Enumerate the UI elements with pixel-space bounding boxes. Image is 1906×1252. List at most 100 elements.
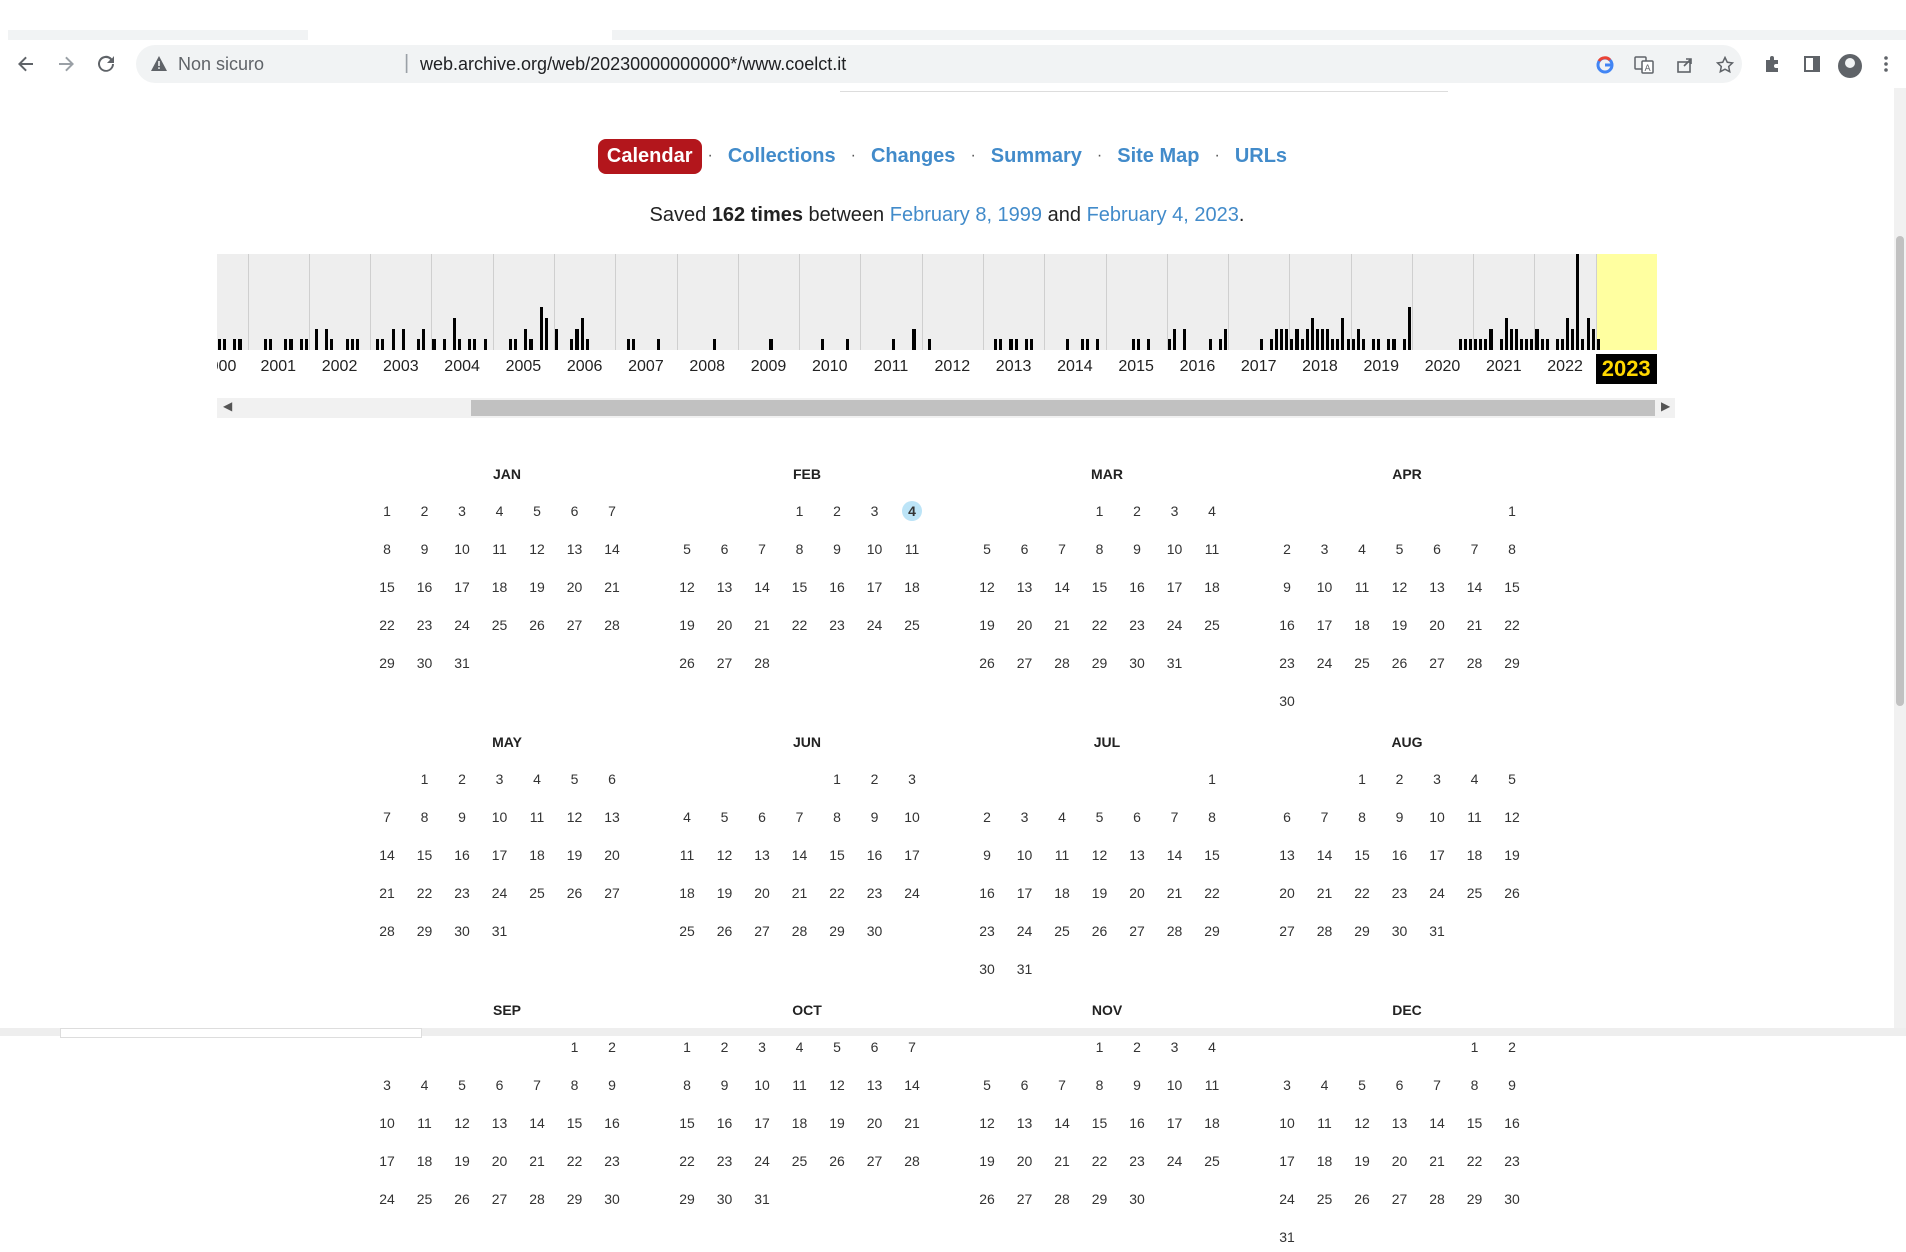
address-bar[interactable]: Non sicuro | web.archive.org/web/2023000… [136,45,1742,83]
calendar-day[interactable]: 16 [972,878,1002,908]
calendar-day[interactable]: 23 [1497,1146,1527,1176]
calendar-day[interactable]: 12 [672,572,702,602]
calendar-day[interactable]: 23 [410,610,440,640]
calendar-day[interactable]: 16 [1122,1108,1152,1138]
sparkline-bar[interactable] [452,318,456,350]
calendar-day[interactable]: 6 [1010,534,1040,564]
calendar-day[interactable]: 5 [822,1032,852,1062]
calendar-day[interactable]: 10 [372,1108,402,1138]
year-label-2009[interactable]: 2009 [751,358,787,376]
sparkline-bar[interactable] [1571,329,1575,350]
calendar-day[interactable]: 13 [1385,1108,1415,1138]
calendar-day[interactable]: 20 [1010,610,1040,640]
sparkline-bar[interactable] [1591,329,1595,350]
sparkline-year-2009[interactable] [737,254,800,350]
sparkline-bar[interactable] [555,329,559,350]
sparkline-bar[interactable] [1280,329,1284,350]
calendar-day[interactable]: 10 [1160,534,1190,564]
sparkline-bar[interactable] [1275,329,1279,350]
calendar-day[interactable]: 6 [1272,802,1302,832]
sparkline-year-2012[interactable] [921,254,984,350]
sparkline-bar[interactable] [1499,339,1503,350]
calendar-day[interactable]: 26 [560,878,590,908]
calendar-day[interactable]: 17 [485,840,515,870]
calendar-day[interactable]: 21 [1160,878,1190,908]
sparkline-year-2013[interactable] [982,254,1045,350]
sparkline-bar[interactable] [1520,339,1524,350]
calendar-day[interactable]: 1 [560,1032,590,1062]
year-label-2000[interactable]: 000 [217,358,236,376]
calendar-day[interactable]: 4 [1047,802,1077,832]
calendar-day[interactable]: 8 [1085,534,1115,564]
sparkline-bar[interactable] [381,339,385,350]
calendar-day[interactable]: 17 [1310,610,1340,640]
calendar-day[interactable]: 8 [822,802,852,832]
calendar-day[interactable]: 24 [1310,648,1340,678]
calendar-day[interactable]: 24 [447,610,477,640]
calendar-day[interactable]: 27 [747,916,777,946]
calendar-day[interactable]: 11 [672,840,702,870]
sparkline-bar[interactable] [1305,329,1309,350]
calendar-day[interactable]: 14 [1460,572,1490,602]
calendar-day[interactable]: 8 [560,1070,590,1100]
sparkline-bar[interactable] [1361,339,1365,350]
calendar-day[interactable]: 8 [1347,802,1377,832]
calendar-day[interactable]: 9 [1122,534,1152,564]
calendar-day[interactable]: 26 [972,648,1002,678]
calendar-day[interactable]: 28 [1047,648,1077,678]
calendar-day[interactable]: 1 [1085,1032,1115,1062]
calendar-day[interactable]: 13 [1272,840,1302,870]
sparkline-bar[interactable] [575,329,579,350]
sparkline-bar[interactable] [473,339,477,350]
sparkline-bar[interactable] [1137,339,1141,350]
calendar-day[interactable]: 2 [1122,496,1152,526]
sparkline-bar[interactable] [1387,339,1391,350]
first-capture-link[interactable]: February 8, 1999 [890,204,1042,226]
calendar-day[interactable]: 18 [1460,840,1490,870]
scroll-left-icon[interactable]: ◀ [223,399,232,413]
calendar-day[interactable]: 7 [522,1070,552,1100]
calendar-day[interactable]: 2 [1272,534,1302,564]
sparkline-bar[interactable] [912,329,916,350]
year-label-2016[interactable]: 2016 [1180,358,1216,376]
calendar-day[interactable]: 9 [410,534,440,564]
sparkline-bar[interactable] [355,339,359,350]
calendar-day[interactable]: 1 [1197,764,1227,794]
sparkline-bar[interactable] [509,339,513,350]
calendar-day[interactable]: 24 [485,878,515,908]
sparkline-bar[interactable] [483,339,487,350]
calendar-day[interactable]: 20 [597,840,627,870]
calendar-day[interactable]: 13 [1122,840,1152,870]
calendar-day[interactable]: 26 [1085,916,1115,946]
calendar-day[interactable]: 11 [1047,840,1077,870]
security-label[interactable]: Non sicuro [178,54,264,75]
calendar-day[interactable]: 13 [597,802,627,832]
calendar-day[interactable]: 11 [410,1108,440,1138]
sparkline-bar[interactable] [468,339,472,350]
sparkline-bar[interactable] [1555,339,1559,350]
sparkline-bar[interactable] [1474,339,1478,350]
sparkline-bar[interactable] [713,339,717,350]
sparkline-bar[interactable] [524,329,528,350]
calendar-day[interactable]: 18 [485,572,515,602]
calendar-day[interactable]: 6 [597,764,627,794]
calendar-day[interactable]: 23 [597,1146,627,1176]
calendar-day[interactable]: 11 [1347,572,1377,602]
calendar-day[interactable]: 15 [1085,1108,1115,1138]
calendar-day[interactable]: 12 [1085,840,1115,870]
calendar-day[interactable]: 2 [860,764,890,794]
sparkline-bar[interactable] [846,339,850,350]
calendar-day[interactable]: 30 [1122,648,1152,678]
calendar-day[interactable]: 21 [1310,878,1340,908]
calendar-day[interactable]: 28 [1047,1184,1077,1214]
calendar-day[interactable]: 13 [1010,1108,1040,1138]
calendar-day[interactable]: 15 [1497,572,1527,602]
calendar-day[interactable]: 26 [522,610,552,640]
calendar-day[interactable]: 4 [410,1070,440,1100]
sparkline-year-2006[interactable] [554,254,616,350]
sparkline-bar[interactable] [631,339,635,350]
calendar-day[interactable]: 15 [822,840,852,870]
calendar-day[interactable]: 18 [1310,1146,1340,1176]
calendar-day[interactable]: 13 [747,840,777,870]
calendar-day[interactable]: 25 [672,916,702,946]
